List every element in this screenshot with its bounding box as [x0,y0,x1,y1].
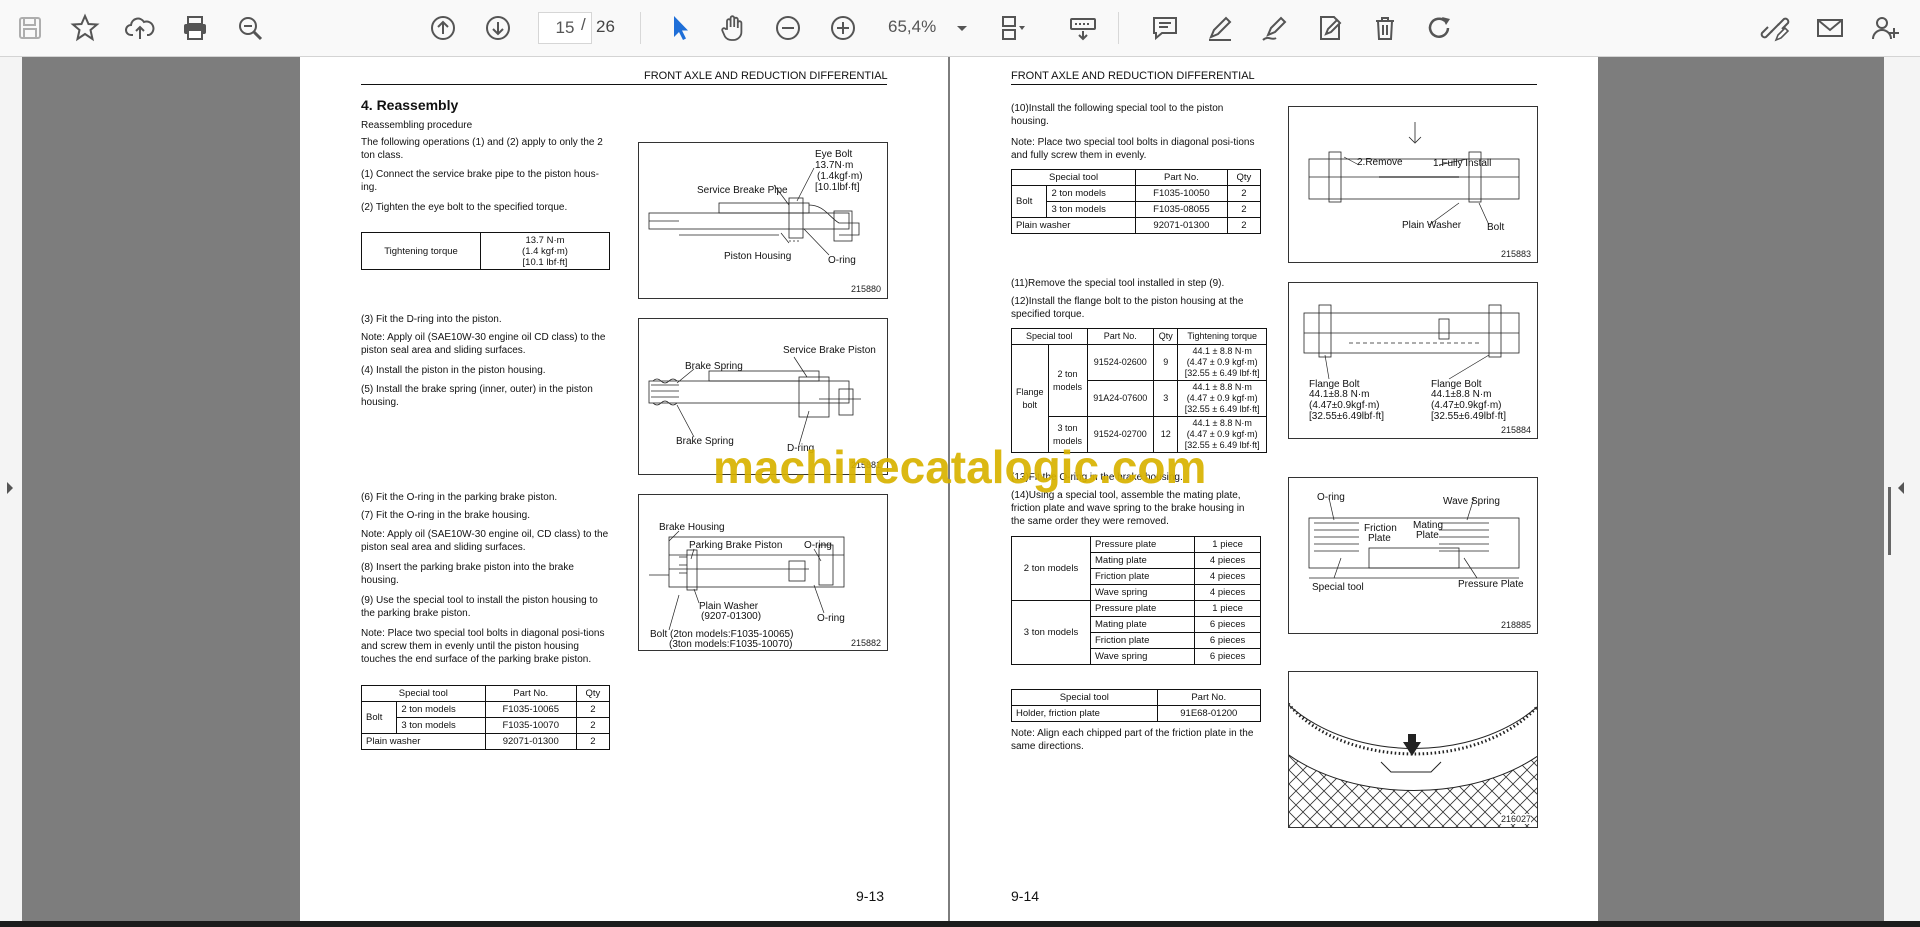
note-1: Note: Apply oil (SAE10W-30 engine oil CD… [361,332,606,356]
figure-215882: Brake Housing Parking Brake Piston O-rin… [638,494,888,651]
step-4: (4) Install the piston in the piston hou… [361,365,546,376]
step-8: (8) Insert the parking brake piston into… [361,562,574,586]
zoom-out-icon[interactable] [768,8,808,48]
page-layout-icon[interactable] [993,8,1033,48]
note-2: Note: Align each chipped part of the fri… [1011,728,1254,752]
cloud-upload-icon[interactable] [120,8,160,48]
holder-table: Special tool Part No. Holder, friction pl… [1011,689,1262,722]
figure-216027: 216027 [1288,671,1538,828]
step-12: (12)Install the flange bolt to the pisto… [1011,296,1244,320]
special-tool-table-1: Special tool Part No. Qty Bolt 2 ton models… [1010,169,1262,234]
add-user-icon[interactable] [1865,8,1905,48]
page-number: 9-14 [1011,888,1040,904]
page-header: FRONT AXLE AND REDUCTION DIFFERENTIAL [1011,70,1255,82]
torque-table: Tightening torque 13.7 N·m (1.4 kgf·m) [10… [361,232,610,270]
redo-icon[interactable] [1420,8,1460,48]
header-rule [1011,84,1537,85]
zoom-dropdown-icon[interactable] [950,16,974,40]
torque-label: Tightening torque [361,232,481,270]
step-7: (7) Fit the O-ring in the brake housing. [361,510,530,521]
zoom-level[interactable]: 65,4% [888,17,936,37]
toolbar-divider [1118,12,1119,44]
zoom-in-icon[interactable] [823,8,863,48]
step-14: (14)Using a special tool, assemble the m… [1011,490,1245,527]
comment-icon[interactable] [1145,8,1185,48]
page-number: 9-13 [856,888,885,904]
draw-icon[interactable] [1255,8,1295,48]
edit-document-icon[interactable] [1310,8,1350,48]
step-5: (5) Install the brake spring (inner, out… [361,384,593,408]
plate-table: 2 ton models Pressure plate 1 piece Mating… [1011,536,1261,665]
page-separator: / [581,15,586,34]
flange-bolt-table: Special tool Part No. Qty Tightening torque… [1011,328,1267,453]
figure-215884: Flange Bolt 44.1±8.8 N·m (4.47±0.9kgf·m)… [1288,282,1538,439]
toolbar: 15 / 26 65,4% [0,0,1920,57]
select-cursor-icon[interactable] [660,8,700,48]
toolbar-divider [640,12,641,44]
step-1: (1) Connect the service brake pipe to th… [361,169,599,193]
left-panel-toggle[interactable] [0,57,22,921]
torque-values: 13.7 N·m (1.4 kgf·m) [10.1 lbf·ft] [480,232,610,270]
highlight-pen-icon[interactable] [1200,8,1240,48]
note-1: Note: Place two special tool bolts in di… [1011,137,1255,161]
special-tool-table: Special tool Part No. Qty Bolt 2 ton models… [360,685,611,750]
step-3: (3) Fit the D-ring into the piston. [361,314,502,325]
keyboard-icon[interactable] [1063,8,1103,48]
note-3: Note: Place two special tool bolts in di… [361,628,605,665]
save-icon[interactable] [10,8,50,48]
step-10: (10)Install the following special tool t… [1011,103,1224,127]
page-count: 26 [596,17,615,36]
print-icon[interactable] [175,8,215,48]
page-up-icon[interactable] [423,8,463,48]
header-rule [361,84,887,85]
bookmark-star-icon[interactable] [65,8,105,48]
step-2: (2) Tighten the eye bolt to the specifie… [361,202,568,213]
right-panel-toggle[interactable] [1884,57,1920,921]
subtitle: Reassembling procedure [361,120,473,131]
delete-trash-icon[interactable] [1365,8,1405,48]
status-bar [0,921,1920,927]
link-edit-icon[interactable] [1755,8,1795,48]
right-arrow-icon [1888,482,1904,555]
figure-218885: O-ring Wave Spring Friction Plate Mating… [1288,477,1538,634]
intro-text: The following operations (1) and (2) app… [361,137,603,161]
page-down-icon[interactable] [478,8,518,48]
note-2: Note: Apply oil (SAE10W-30 engine oil, C… [361,529,609,553]
left-arrow-icon [7,482,13,494]
step-11: (11)Remove the special tool installed in… [1011,278,1225,289]
section-title: 4. Reassembly [361,97,459,113]
mail-icon[interactable] [1810,8,1850,48]
step-9: (9) Use the special tool to install the … [361,595,598,619]
hand-tool-icon[interactable] [713,8,753,48]
zoom-find-icon[interactable] [230,8,270,48]
step-6: (6) Fit the O-ring in the parking brake … [361,492,558,503]
page-header: FRONT AXLE AND REDUCTION DIFFERENTIAL [644,70,888,82]
figure-215883: 2.Remove 1.Fully Install Plain Washer Bo… [1288,106,1538,263]
figure-215880: Eye Bolt 13.7N·m (1.4kgf·m) [10.1lbf·ft]… [638,142,888,299]
watermark-text: machinecatalogic.com [713,441,1207,493]
